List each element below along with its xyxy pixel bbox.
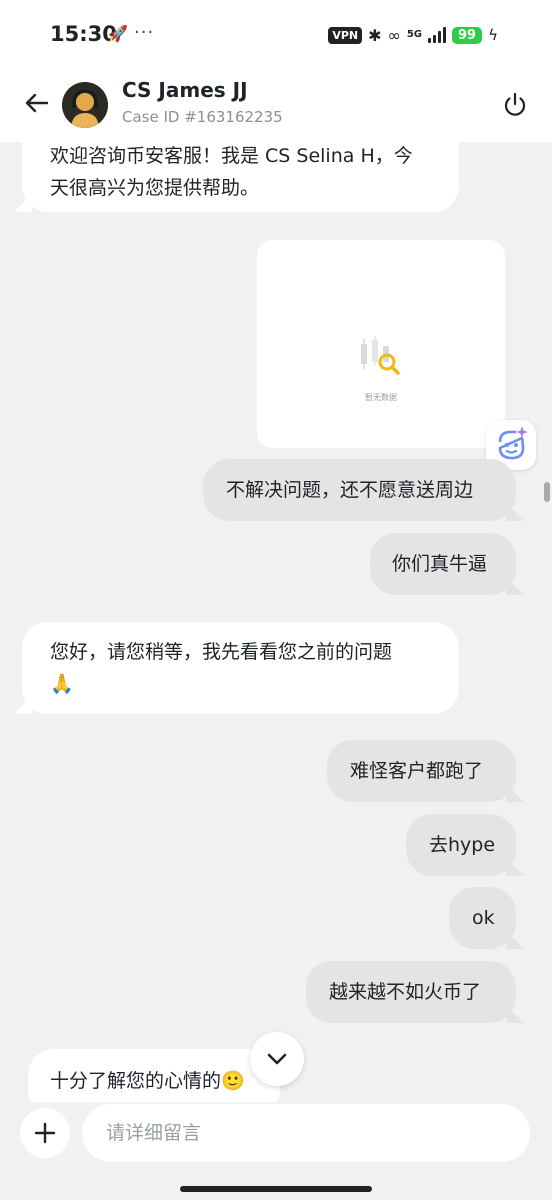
message-line: 欢迎咨询币安客服！我是 CS Selina H，今: [50, 145, 413, 167]
signal-icon: [428, 27, 446, 43]
message-line: 🙏: [50, 673, 74, 695]
message-line: 天很高兴为您提供帮助。: [50, 177, 260, 199]
charging-icon: ϟ: [488, 26, 498, 44]
battery-badge: 99: [452, 26, 483, 44]
case-id: Case ID #163162235: [122, 108, 283, 126]
message-user: 去hype: [406, 814, 516, 876]
empty-data-text: 暂无数据: [365, 393, 397, 402]
vpn-badge: VPN: [328, 26, 363, 44]
message-agent-welcome: 欢迎咨询币安客服！我是 CS Selina H，今 天很高兴为您提供帮助。: [22, 142, 459, 212]
network-type: 5G: [406, 29, 422, 40]
message-agent: 您好，请您稍等，我先看看您之前的问题 🙏: [22, 622, 459, 714]
message-user: 你们真牛逼: [370, 533, 516, 595]
home-indicator[interactable]: [180, 1186, 372, 1192]
composer-bar: [0, 1102, 552, 1200]
bluetooth-icon: ✱: [368, 25, 382, 45]
status-time: 15:30: [50, 22, 117, 46]
message-user: 难怪客户都跑了: [327, 740, 516, 802]
add-attachment-button[interactable]: [20, 1108, 70, 1158]
message-agent: 十分了解您的心情的🙂: [28, 1049, 280, 1102]
power-icon: [504, 92, 526, 116]
message-line: 您好，请您稍等，我先看看您之前的问题: [50, 641, 393, 663]
chat-message-list[interactable]: 欢迎咨询币安客服！我是 CS Selina H，今 天很高兴为您提供帮助。 暂无…: [0, 142, 552, 1102]
message-input[interactable]: [82, 1104, 530, 1162]
arrow-left-icon: [25, 93, 49, 113]
status-bar: 15:30 🚀 ··· VPN ✱ ∞ 5G 99 ϟ: [0, 0, 552, 70]
scrollbar-thumb[interactable]: [544, 482, 550, 502]
message-image-attachment[interactable]: 暂无数据: [257, 240, 505, 448]
chat-header: CS James JJ Case ID #163162235: [0, 70, 552, 142]
end-chat-button[interactable]: [500, 90, 530, 120]
plus-icon: [34, 1122, 56, 1144]
chevron-down-icon: [267, 1053, 287, 1065]
agent-name: CS James JJ: [122, 78, 248, 102]
back-button[interactable]: [22, 88, 52, 118]
scroll-to-bottom-button[interactable]: [250, 1032, 304, 1086]
message-user: ok: [449, 887, 516, 949]
status-overflow-dots: ···: [134, 22, 155, 43]
status-indicators: VPN ✱ ∞ 5G 99 ϟ: [328, 24, 498, 46]
rocket-icon: 🚀: [108, 24, 128, 43]
agent-avatar: [62, 82, 108, 128]
link-icon: ∞: [387, 25, 401, 45]
empty-data-icon: [361, 336, 400, 375]
message-user: 不解决问题，还不愿意送周边: [203, 459, 516, 521]
message-user: 越来越不如火币了: [306, 961, 516, 1023]
